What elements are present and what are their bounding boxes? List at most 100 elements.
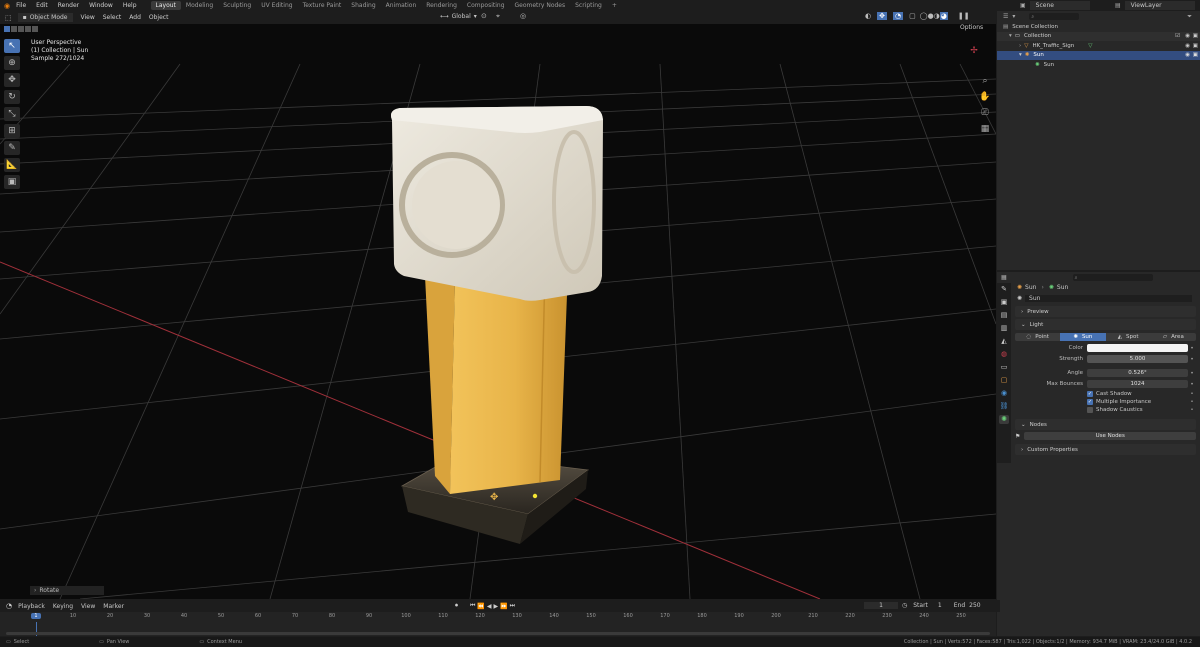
play-reverse-icon[interactable]: ◀ [487, 603, 492, 610]
outliner-editor-icon[interactable]: ☰ [1003, 13, 1008, 20]
current-frame-field[interactable]: 1 [864, 602, 898, 609]
checkbox-checked-icon[interactable]: ✓ [1087, 391, 1093, 397]
select-tool-icon[interactable]: ↖ [4, 39, 20, 53]
3d-viewport[interactable]: ✥ User Perspective (1) Collection | Sun … [0, 24, 996, 599]
eye-icon[interactable]: ◉ [1185, 33, 1190, 39]
next-key-icon[interactable]: ⏩ [500, 603, 507, 610]
outliner-row-object[interactable]: › ▽ HK_Traffic_Sign ▽ ◉ ▣ [997, 41, 1200, 51]
blender-icon[interactable]: ◉ [4, 2, 10, 10]
proportional-edit-icon[interactable]: ◎ [520, 12, 526, 20]
timeline-menu-keying[interactable]: Keying [53, 603, 73, 610]
tab-texture-paint[interactable]: Texture Paint [298, 1, 347, 10]
transform-tool-icon[interactable]: ⊞ [4, 124, 20, 138]
select-invert-icon[interactable] [25, 26, 31, 32]
shadow-caustics-row[interactable]: Shadow Caustics • [1087, 407, 1196, 413]
move-tool-icon[interactable]: ✥ [4, 73, 20, 87]
select-intersect-icon[interactable] [32, 26, 38, 32]
tab-modeling[interactable]: Modeling [181, 1, 218, 10]
datablock-selector[interactable]: ✺ Sun [997, 293, 1200, 304]
timeline-menu-marker[interactable]: Marker [103, 603, 124, 610]
angle-field[interactable]: 0.526° [1087, 369, 1188, 377]
select-extend-icon[interactable] [11, 26, 17, 32]
start-field[interactable]: 1 [938, 602, 942, 609]
visibility-icon[interactable]: ◐ [865, 12, 871, 20]
record-icon[interactable]: ⏺ [455, 602, 458, 610]
select-subtract-icon[interactable] [18, 26, 24, 32]
menu-file[interactable]: File [16, 2, 26, 9]
light-type-area[interactable]: ▱ Area [1150, 333, 1196, 341]
viewport-menu-view[interactable]: View [81, 14, 95, 21]
measure-tool-icon[interactable]: 📐 [4, 158, 20, 172]
datablock-name[interactable]: Sun [1025, 295, 1192, 302]
prev-key-icon[interactable]: ⏪ [477, 603, 484, 610]
view-layer-tab-icon[interactable]: ▥ [999, 324, 1009, 333]
tab-shading[interactable]: Shading [346, 1, 380, 10]
multiple-importance-row[interactable]: ✓ Multiple Importance • [1087, 399, 1196, 405]
camera-toggle-icon[interactable]: ▣ [1193, 33, 1198, 39]
eye-icon[interactable]: ◉ [1185, 52, 1190, 58]
shading-wireframe-icon[interactable]: ◯ [920, 12, 928, 20]
camera-toggle-icon[interactable]: ▣ [1193, 52, 1198, 58]
shading-rendered-icon[interactable]: ◕ [939, 12, 948, 20]
object-tab-icon[interactable]: ▢ [999, 376, 1009, 385]
pause-render-icon[interactable]: ❚❚ [958, 12, 970, 20]
select-box-mode-icon[interactable] [4, 26, 10, 32]
axis-gizmo-icon[interactable]: ✢ [964, 46, 984, 56]
viewport-menu-add[interactable]: Add [129, 14, 141, 21]
light-type-point[interactable]: ◌ Point [1015, 333, 1061, 341]
outliner-search[interactable]: ⌕ [1029, 13, 1080, 20]
tab-geometry-nodes[interactable]: Geometry Nodes [510, 1, 571, 10]
tab-compositing[interactable]: Compositing [462, 1, 510, 10]
tab-animation[interactable]: Animation [381, 1, 422, 10]
gizmo-icon[interactable]: ✥ [877, 12, 887, 20]
transform-orientation[interactable]: ⟷ Global ▾ [440, 13, 477, 20]
expand-icon[interactable]: ▾ [1019, 52, 1022, 58]
menu-window[interactable]: Window [89, 2, 113, 9]
eye-icon[interactable]: ◉ [1185, 43, 1190, 49]
display-mode-icon[interactable]: ▾ [1012, 13, 1015, 20]
constraints-tab-icon[interactable]: ⛓ [999, 402, 1009, 411]
menu-edit[interactable]: Edit [36, 2, 48, 9]
panel-custom-properties[interactable]: › Custom Properties [1015, 444, 1196, 455]
checkbox-icon[interactable]: ☑ [1175, 33, 1180, 39]
light-type-sun[interactable]: ✺ Sun [1060, 333, 1106, 341]
properties-editor-icon[interactable]: ▦ [1001, 274, 1007, 281]
clock-icon[interactable]: ◷ [902, 602, 907, 609]
pan-hand-icon[interactable]: ✋ [978, 92, 992, 102]
render-tab-icon[interactable]: ▣ [999, 298, 1009, 307]
outliner-row-collection[interactable]: ▾ ▭ Collection ☑ ◉ ▣ [997, 31, 1200, 41]
world-tab-icon[interactable]: ◍ [999, 350, 1009, 359]
viewport-menu-select[interactable]: Select [103, 14, 122, 21]
options-button[interactable]: Options [960, 24, 983, 31]
properties-search[interactable]: ⌕ [1072, 273, 1153, 281]
mode-selector[interactable]: ▪ Object Mode [17, 13, 73, 22]
zoom-icon[interactable]: ⌕ [978, 76, 992, 86]
scene-tab-icon[interactable]: ◭ [999, 337, 1009, 346]
color-swatch[interactable] [1087, 344, 1188, 352]
cast-shadow-row[interactable]: ✓ Cast Shadow • [1087, 391, 1196, 397]
add-workspace-icon[interactable]: + [607, 1, 622, 10]
tab-layout[interactable]: Layout [150, 1, 181, 10]
outliner-row-sun-data[interactable]: ✺ Sun [997, 60, 1200, 70]
checkbox-checked-icon[interactable]: ✓ [1087, 399, 1093, 405]
end-field[interactable]: 250 [969, 602, 980, 609]
play-icon[interactable]: ▶ [494, 603, 499, 610]
panel-preview[interactable]: › Preview [1015, 306, 1196, 317]
overlay-icon[interactable]: ◔ [892, 12, 904, 20]
checkbox-unchecked-icon[interactable] [1087, 407, 1093, 413]
collection-tab-icon[interactable]: ▭ [999, 363, 1009, 372]
light-type-spot[interactable]: ◭ Spot [1105, 333, 1151, 341]
last-operator-panel[interactable]: › Rotate [30, 586, 104, 595]
camera-toggle-icon[interactable]: ▣ [1193, 43, 1198, 49]
use-nodes-button[interactable]: Use Nodes [1024, 432, 1196, 440]
cursor-tool-icon[interactable]: ⊕ [4, 56, 20, 70]
timeline-menu-view[interactable]: View [81, 603, 95, 610]
strength-field[interactable]: 5.000 [1087, 355, 1188, 363]
panel-nodes[interactable]: ⌄ Nodes [1015, 419, 1196, 430]
frame-ruler[interactable]: 1 10 20 30 40 50 60 70 80 90 100 110 120 130 140 150 160… [0, 613, 996, 622]
scale-tool-icon[interactable]: ⤡ [4, 107, 20, 121]
editor-type-icon[interactable]: ⬚ [5, 14, 12, 22]
timeline[interactable]: 1 10 20 30 40 50 60 70 80 90 100 110 120 130 140 150 160… [0, 612, 996, 636]
output-tab-icon[interactable]: ▤ [999, 311, 1009, 320]
timeline-menu-playback[interactable]: Playback [18, 603, 45, 610]
